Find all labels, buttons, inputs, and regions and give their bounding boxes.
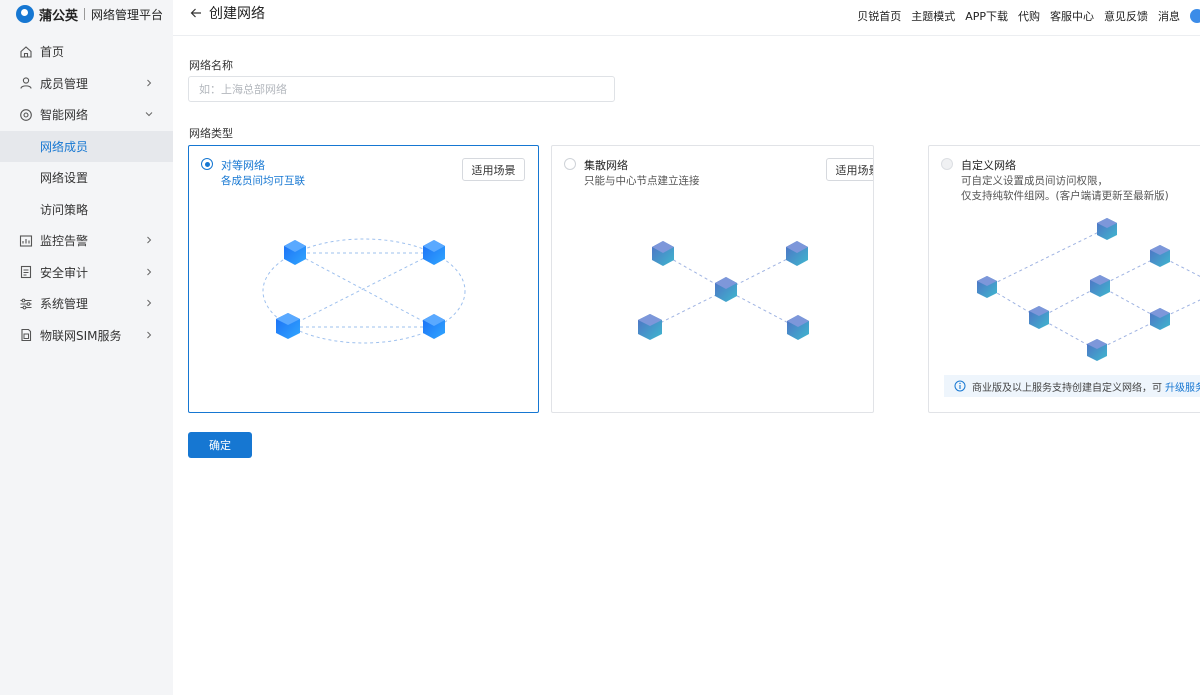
sidebar-item-smart-network[interactable]: 智能网络: [0, 99, 173, 131]
cube-icon: [423, 314, 445, 339]
network-type-card-hub[interactable]: 集散网络 只能与中心节点建立连接 适用场景: [551, 145, 874, 413]
network-name-label: 网络名称: [189, 59, 233, 72]
cube-icon: [1150, 245, 1170, 267]
user-icon: [19, 76, 33, 90]
sidebar-item-label: 物联网SIM服务: [40, 328, 122, 343]
hub-network-illustration: [638, 241, 809, 340]
upgrade-notice: 商业版及以上服务支持创建自定义网络，可 升级服务: [944, 375, 1200, 397]
sidebar-item-label: 网络设置: [40, 171, 89, 186]
top-nav: 贝锐首页 主题模式 APP下载 代购 客服中心 意见反馈 消息: [857, 8, 1200, 24]
sidebar-item-label: 安全审计: [40, 265, 89, 280]
cube-icon: [276, 313, 300, 339]
cube-icon: [715, 277, 737, 302]
top-link-support[interactable]: 客服中心: [1050, 8, 1094, 24]
top-link-app-download[interactable]: APP下载: [965, 8, 1008, 24]
page-title: 创建网络: [209, 6, 265, 22]
info-icon: [954, 380, 966, 392]
dandelion-logo-icon: [16, 5, 34, 23]
sidebar-item-label: 系统管理: [40, 297, 89, 312]
monitor-icon: [19, 234, 33, 248]
custom-network-illustration: [977, 218, 1200, 361]
chevron-right-icon: [147, 299, 152, 307]
upgrade-service-link[interactable]: 升级服务: [1165, 379, 1200, 394]
brand-divider: [84, 8, 86, 20]
sim-icon: [19, 328, 33, 342]
cube-icon: [1087, 339, 1107, 361]
network-type-card-peer[interactable]: 对等网络 各成员间均可互联 适用场景: [188, 145, 539, 413]
sidebar-item-access-policy[interactable]: 访问策略: [0, 194, 173, 226]
sidebar-item-security-audit[interactable]: 安全审计: [0, 257, 173, 289]
sidebar-item-iot-sim[interactable]: 物联网SIM服务: [0, 320, 173, 352]
audit-icon: [19, 265, 33, 279]
sidebar: 蒲公英 网络管理平台 首页 成员管理 智能网络 网络成员 网络设置 访问策略 监…: [0, 0, 173, 695]
top-link-messages[interactable]: 消息: [1158, 8, 1180, 24]
network-type-card-custom[interactable]: 自定义网络 可自定义设置成员间访问权限， 仅支持纯软件组网。(客户端请更新至最新…: [928, 145, 1200, 413]
chevron-right-icon: [147, 236, 152, 244]
sidebar-item-home[interactable]: 首页: [0, 36, 173, 68]
sidebar-item-monitoring[interactable]: 监控告警: [0, 225, 173, 257]
top-link-theme[interactable]: 主题模式: [911, 8, 955, 24]
sidebar-item-label: 首页: [40, 45, 65, 60]
sidebar-item-label: 智能网络: [40, 108, 89, 123]
chevron-down-icon: [145, 112, 153, 117]
network-icon: [19, 108, 33, 122]
sidebar-item-network-settings[interactable]: 网络设置: [0, 162, 173, 194]
settings-icon: [19, 297, 33, 311]
sidebar-nav: 首页 成员管理 智能网络 网络成员 网络设置 访问策略 监控告警 安全审计 系统…: [0, 36, 173, 351]
chevron-right-icon: [147, 79, 152, 86]
peer-network-illustration: [262, 238, 466, 344]
avatar[interactable]: [1190, 9, 1200, 23]
top-link-purchase[interactable]: 代购: [1018, 8, 1040, 24]
chevron-right-icon: [147, 331, 152, 338]
cube-icon: [638, 314, 662, 340]
brand-subtitle: 网络管理平台: [91, 7, 164, 22]
sidebar-item-network-members[interactable]: 网络成员: [0, 130, 173, 162]
top-link-feedback[interactable]: 意见反馈: [1104, 8, 1148, 24]
top-link-beirui-home[interactable]: 贝锐首页: [857, 8, 901, 24]
cube-icon: [787, 315, 809, 340]
sidebar-item-label: 监控告警: [40, 234, 89, 249]
top-header: 创建网络 贝锐首页 主题模式 APP下载 代购 客服中心 意见反馈 消息: [173, 0, 1200, 36]
cube-icon: [1090, 275, 1110, 297]
cube-icon: [786, 241, 808, 266]
home-icon: [19, 45, 33, 59]
cube-icon: [652, 241, 674, 266]
notice-text: 商业版及以上服务支持创建自定义网络，可: [972, 382, 1162, 394]
chevron-right-icon: [147, 268, 152, 275]
sidebar-item-label: 访问策略: [40, 202, 89, 217]
cube-icon: [1150, 308, 1170, 330]
back-arrow-icon[interactable]: [188, 5, 204, 21]
sidebar-item-label: 网络成员: [40, 139, 89, 154]
brand-name: 蒲公英: [39, 8, 79, 24]
sidebar-item-system[interactable]: 系统管理: [0, 288, 173, 320]
cube-icon: [1097, 218, 1117, 240]
cube-icon: [423, 240, 445, 265]
confirm-button[interactable]: 确定: [188, 432, 252, 458]
cube-icon: [977, 276, 997, 298]
cube-icon: [284, 240, 306, 265]
network-name-input[interactable]: [188, 76, 615, 102]
network-type-label: 网络类型: [189, 127, 233, 140]
sidebar-item-label: 成员管理: [40, 76, 89, 91]
cube-icon: [1029, 306, 1049, 329]
sidebar-item-members[interactable]: 成员管理: [0, 68, 173, 100]
brand[interactable]: 蒲公英 网络管理平台: [0, 0, 173, 28]
